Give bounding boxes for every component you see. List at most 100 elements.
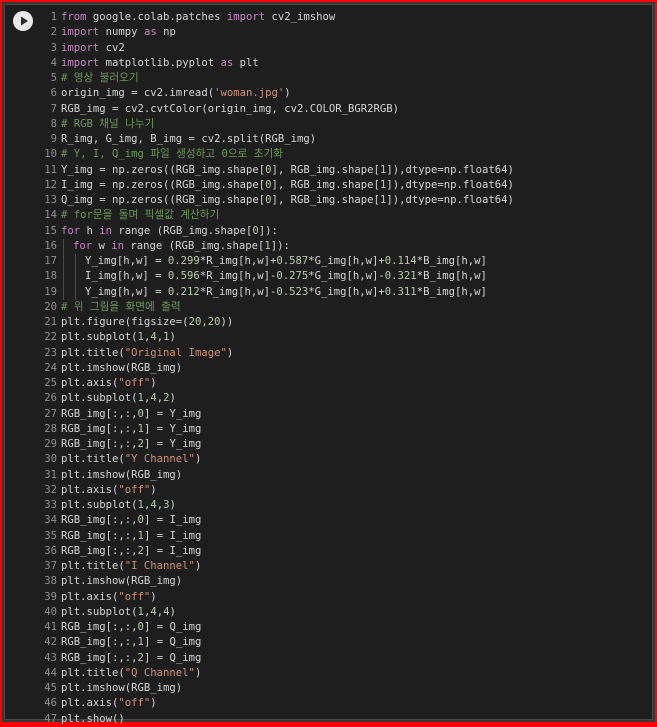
token-src: plt.axis( (61, 697, 119, 710)
code-line[interactable]: 27 RGB_img[:,:,0] = Y_img (37, 407, 637, 422)
line-number: 47 (44, 712, 57, 725)
code-line[interactable]: 11 Y_img = np.zeros((RGB_img.shape[0], RG… (37, 163, 637, 178)
code-line[interactable]: 40 plt.subplot(1,4,4) (37, 605, 637, 620)
code-line[interactable]: 42 RGB_img[:,:,1] = Q_img (37, 635, 637, 650)
code-line[interactable]: 34 RGB_img[:,:,0] = I_img (37, 513, 637, 528)
code-line[interactable]: 7 RGB_img = cv2.cvtColor(origin_img, cv2.… (37, 102, 637, 117)
code-line[interactable]: 32 plt.axis("off") (37, 483, 637, 498)
code-text: RGB_img[:,:,1] = Q_img (61, 636, 201, 648)
code-line[interactable]: 8 # RGB 채널 나누기 (37, 117, 637, 132)
token-src: ]),dtype=np.float64) (386, 178, 514, 191)
code-line[interactable]: 1 from google.colab.patches import cv2_im… (37, 10, 637, 25)
code-line[interactable]: 24 plt.imshow(RGB_img) (37, 361, 637, 376)
line-number: 7 (50, 102, 57, 115)
code-text: Y_img[h,w] = 0.299*R_img[h,w]+0.587*G_im… (61, 255, 487, 267)
token-src: ) (169, 331, 176, 344)
code-line[interactable]: 23 plt.title("Original Image") (37, 346, 637, 361)
code-text: RGB_img = cv2.cvtColor(origin_img, cv2.C… (61, 103, 399, 115)
code-cell[interactable]: 1 from google.colab.patches import cv2_im… (4, 4, 653, 725)
code-line[interactable]: 10 # Y, I, Q_img 파일 생성하고 0으로 초기화 (37, 147, 637, 162)
code-line[interactable]: 26 plt.subplot(1,4,2) (37, 391, 637, 406)
code-text: # for문을 돌며 픽셀값 계산하기 (61, 209, 219, 221)
code-text: plt.title("Original Image") (61, 347, 233, 359)
token-str: "off" (118, 697, 151, 710)
code-line[interactable]: 39 plt.axis("off") (37, 590, 637, 605)
code-line[interactable]: 36 RGB_img[:,:,2] = I_img (37, 544, 637, 559)
code-text: RGB_img[:,:,2] = Y_img (61, 438, 201, 450)
code-line[interactable]: 25 plt.axis("off") (37, 376, 637, 391)
code-line[interactable]: 17 Y_img[h,w] = 0.299*R_img[h,w]+0.587*G_… (37, 254, 637, 270)
code-line[interactable]: 29 RGB_img[:,:,2] = Y_img (37, 437, 637, 452)
code-line[interactable]: 18 I_img[h,w] = 0.596*R_img[h,w]-0.275*G_… (37, 269, 637, 285)
token-src: plt.imshow(RGB_img) (61, 361, 183, 374)
line-number: 44 (44, 666, 57, 679)
code-line[interactable]: 2 import numpy as np (37, 25, 637, 40)
code-line[interactable]: 6 origin_img = cv2.imread('woman.jpg') (37, 86, 637, 101)
code-line[interactable]: 28 RGB_img[:,:,1] = Y_img (37, 422, 637, 437)
code-line[interactable]: 47 plt.show() (37, 712, 637, 727)
code-text: # Y, I, Q_img 파일 생성하고 0으로 초기화 (61, 148, 283, 160)
token-src: ] = I_img (143, 529, 202, 542)
code-text: RGB_img[:,:,0] = Q_img (61, 621, 201, 633)
code-line[interactable]: 22 plt.subplot(1,4,1) (37, 330, 637, 345)
line-number: 17 (44, 255, 57, 267)
code-line[interactable]: 5 # 영상 불러오기 (37, 71, 637, 86)
line-number: 28 (44, 422, 57, 435)
line-number: 23 (44, 346, 57, 359)
code-line[interactable]: 35 RGB_img[:,:,1] = I_img (37, 529, 637, 544)
code-line[interactable]: 38 plt.imshow(RGB_img) (37, 574, 637, 589)
token-src: *B_img[h,w] (416, 255, 487, 267)
code-line[interactable]: 4 import matplotlib.pyplot as plt (37, 56, 637, 71)
code-line[interactable]: 20 # 위 그림을 화면에 출력 (37, 300, 637, 315)
token-num: 0.299 (167, 255, 200, 267)
token-src: plt.subplot( (61, 392, 138, 405)
token-cm: # 영상 불러오기 (61, 72, 139, 84)
line-number: 8 (50, 117, 57, 130)
code-editor[interactable]: 1 from google.colab.patches import cv2_im… (37, 10, 637, 727)
token-src: ) (194, 453, 202, 466)
token-str: "off" (118, 590, 151, 603)
line-number: 38 (44, 575, 57, 588)
code-line[interactable]: 37 plt.title("I Channel") (37, 559, 637, 574)
code-line[interactable]: 41 RGB_img[:,:,0] = Q_img (37, 620, 637, 635)
code-line[interactable]: 3 import cv2 (37, 41, 637, 56)
code-line[interactable]: 31 plt.imshow(RGB_img) (37, 468, 637, 483)
line-number: 18 (44, 270, 57, 283)
code-line[interactable]: 46 plt.axis("off") (37, 696, 637, 711)
line-number: 15 (44, 224, 57, 237)
indent-guide (63, 269, 64, 285)
code-line[interactable]: 16 for w in range (RGB_img.shape[1]): (37, 238, 637, 254)
code-line[interactable]: 19 Y_img[h,w] = 0.212*R_img[h,w]-0.523*G_… (37, 284, 637, 300)
run-cell-button[interactable] (13, 11, 33, 31)
code-line[interactable]: 43 RGB_img[:,:,2] = Q_img (37, 651, 637, 666)
code-line[interactable]: 33 plt.subplot(1,4,3) (37, 498, 637, 513)
token-num: 0.212 (167, 285, 200, 298)
token-kw: import (61, 26, 100, 39)
code-line[interactable]: 15 for h in range (RGB_img.shape[0]): (37, 224, 637, 239)
line-number: 16 (44, 239, 57, 252)
code-text: # 영상 불러오기 (61, 72, 139, 84)
token-src: numpy (99, 26, 144, 39)
token-src: range (RGB_img.shape[ (112, 224, 253, 237)
token-src: *B_img[h,w] (416, 285, 487, 298)
token-kw: in (111, 239, 125, 252)
code-line[interactable]: 14 # for문을 돌며 픽셀값 계산하기 (37, 208, 637, 223)
code-text: R_img, G_img, B_img = cv2.split(RGB_img) (61, 133, 316, 145)
code-line[interactable]: 45 plt.imshow(RGB_img) (37, 681, 637, 696)
token-src: )) (220, 316, 234, 328)
code-line[interactable]: 13 Q_img = np.zeros((RGB_img.shape[0], RG… (37, 193, 637, 208)
code-line[interactable]: 44 plt.title("Q Channel") (37, 666, 637, 681)
code-text: plt.figure(figsize=(20,20)) (61, 316, 233, 328)
code-text: plt.subplot(1,4,2) (61, 392, 176, 404)
token-str: "Q Channel" (124, 666, 195, 679)
line-number: 2 (50, 26, 57, 39)
line-number: 43 (44, 651, 57, 664)
code-line[interactable]: 30 plt.title("Y Channel") (37, 452, 637, 467)
code-line[interactable]: 9 R_img, G_img, B_img = cv2.split(RGB_img… (37, 132, 637, 147)
code-line[interactable]: 21 plt.figure(figsize=(20,20)) (37, 315, 637, 330)
indent-guide (63, 254, 64, 270)
token-src: ) (150, 377, 157, 389)
code-line[interactable]: 12 I_img = np.zeros((RGB_img.shape[0], RG… (37, 178, 637, 193)
code-text: Q_img = np.zeros((RGB_img.shape[0], RGB_… (61, 194, 514, 206)
line-number: 1 (50, 11, 57, 23)
